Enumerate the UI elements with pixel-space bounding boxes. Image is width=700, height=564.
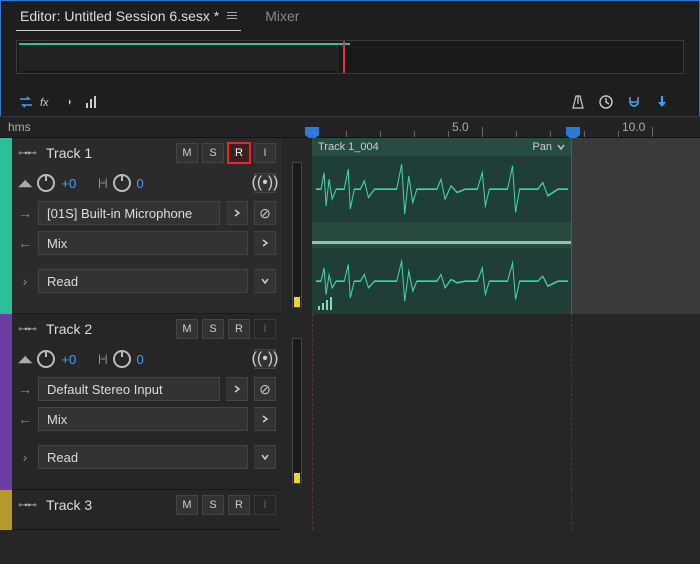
automation-dropdown[interactable] [254, 445, 276, 469]
input-chevron[interactable] [226, 377, 248, 401]
input-select[interactable]: Default Stereo Input [38, 377, 220, 401]
tab-mixer-label: Mixer [265, 8, 299, 24]
snap-icon[interactable] [624, 92, 644, 112]
track-meter-wrap [282, 138, 312, 314]
metronome-icon[interactable] [568, 92, 588, 112]
volume-knob[interactable] [37, 174, 55, 192]
automation-chevron[interactable]: › [18, 449, 32, 465]
track-1-lane[interactable]: Track 1_004 Pan [312, 138, 700, 314]
output-select[interactable]: Mix [38, 407, 248, 431]
solo-button[interactable]: S [202, 495, 224, 515]
mute-button[interactable]: M [176, 495, 198, 515]
track-2: ⊶⊷ Track 2 M S R I ◢◣ +0 [0, 314, 700, 490]
clip-pan-label: Pan [532, 141, 552, 153]
ruler-mark: 10.0 [622, 120, 645, 134]
monitor-icon[interactable]: ((•)) [254, 349, 276, 369]
pan-value[interactable]: 0 [137, 352, 144, 367]
track-2-lane[interactable] [312, 314, 700, 490]
waveform-icon: ⊶⊷ [18, 500, 36, 511]
track-meter [292, 338, 302, 484]
time-ruler[interactable]: 5.0 10.0 [312, 116, 700, 138]
automation-select[interactable]: Read [38, 269, 248, 293]
record-arm-button[interactable]: R [228, 495, 250, 515]
input-select[interactable]: [01S] Built-in Microphone [38, 201, 220, 225]
ruler-unit[interactable]: hms [0, 116, 312, 138]
track-name[interactable]: Track 3 [42, 497, 170, 513]
audio-clip[interactable]: Track 1_004 Pan [312, 138, 572, 314]
volume-knob[interactable] [37, 350, 55, 368]
input-arrow-icon: → [18, 381, 32, 397]
volume-icon: ◢◣ [18, 178, 31, 189]
app-root: Editor: Untitled Session 6.sesx * Mixer … [0, 0, 700, 564]
ruler-row: hms 5.0 10.0 [0, 116, 700, 138]
clip-level-icon [318, 297, 332, 310]
playhead-return-icon[interactable] [652, 92, 672, 112]
input-monitor-button[interactable]: I [254, 319, 276, 339]
input-arrow-icon: → [18, 205, 32, 221]
input-monitor-button[interactable]: I [254, 143, 276, 163]
input-chevron[interactable] [226, 201, 248, 225]
tracks-area: ⊶⊷ Track 1 M S R I ◢◣ +0 [0, 138, 700, 564]
chevron-down-icon[interactable] [556, 142, 566, 152]
track-toolbar: fx [0, 88, 700, 116]
mute-button[interactable]: M [176, 143, 198, 163]
tab-editor-label: Editor: Untitled Session 6.sesx * [20, 8, 219, 24]
record-arm-button[interactable]: R [228, 319, 250, 339]
tab-menu-icon[interactable] [227, 12, 237, 19]
solo-button[interactable]: S [202, 143, 224, 163]
solo-button[interactable]: S [202, 319, 224, 339]
automation-select[interactable]: Read [38, 445, 248, 469]
record-arm-button[interactable]: R [228, 143, 250, 163]
track-3-lane[interactable] [312, 490, 700, 530]
eq-icon[interactable] [82, 92, 102, 112]
track-color [0, 138, 12, 314]
svg-text:fx: fx [40, 97, 49, 109]
send-icon[interactable] [60, 92, 80, 112]
input-phase-button[interactable]: ⊘ [254, 377, 276, 401]
output-arrow-icon: ← [18, 411, 32, 427]
overview-wrap [0, 30, 700, 80]
clip-name: Track 1_004 [318, 141, 379, 153]
volume-value[interactable]: +0 [61, 176, 76, 191]
tab-editor[interactable]: Editor: Untitled Session 6.sesx * [16, 4, 241, 31]
mute-button[interactable]: M [176, 319, 198, 339]
output-chevron[interactable] [254, 407, 276, 431]
pan-knob[interactable] [113, 174, 131, 192]
fx-icon[interactable]: fx [38, 92, 58, 112]
clock-icon[interactable] [596, 92, 616, 112]
pan-icon-small: |◦◦| [98, 354, 106, 365]
track-color [0, 490, 12, 530]
monitor-icon[interactable]: ((•)) [254, 173, 276, 193]
pan-icon-small: |◦◦| [98, 178, 106, 189]
pan-value[interactable]: 0 [137, 176, 144, 191]
pan-knob[interactable] [113, 350, 131, 368]
track-name[interactable]: Track 2 [42, 321, 170, 337]
volume-value[interactable]: +0 [61, 352, 76, 367]
track-name[interactable]: Track 1 [42, 145, 170, 161]
overview-strip[interactable] [16, 40, 684, 74]
tab-mixer[interactable]: Mixer [261, 4, 303, 30]
automation-dropdown[interactable] [254, 269, 276, 293]
track-3: ⊶⊷ Track 3 M S R I [0, 490, 700, 530]
track-meter [292, 162, 302, 308]
output-chevron[interactable] [254, 231, 276, 255]
waveform-icon: ⊶⊷ [18, 324, 36, 335]
output-arrow-icon: ← [18, 235, 32, 251]
waveform-icon: ⊶⊷ [18, 148, 36, 159]
track-meter-wrap [282, 314, 312, 490]
input-phase-button[interactable]: ⊘ [254, 201, 276, 225]
ruler-mark: 5.0 [452, 120, 469, 134]
track-1: ⊶⊷ Track 1 M S R I ◢◣ +0 [0, 138, 700, 314]
output-select[interactable]: Mix [38, 231, 248, 255]
tab-bar: Editor: Untitled Session 6.sesx * Mixer [0, 0, 700, 30]
input-monitor-button[interactable]: I [254, 495, 276, 515]
automation-chevron[interactable]: › [18, 273, 32, 289]
volume-icon: ◢◣ [18, 354, 31, 365]
track-color [0, 314, 12, 490]
swap-icon[interactable] [16, 92, 36, 112]
